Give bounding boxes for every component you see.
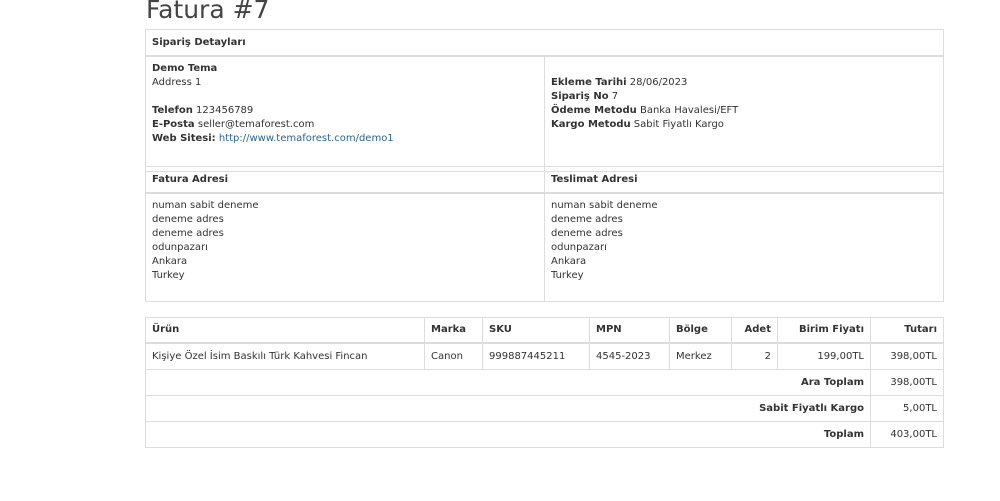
store-address: Address 1 — [152, 77, 202, 88]
store-phone-row: Telefon 123456789 — [152, 104, 538, 118]
billing-address: numan sabit deneme deneme adres deneme a… — [145, 192, 545, 302]
store-email-row: E-Posta seller@temaforest.com — [152, 118, 538, 132]
payment-method-row: Ödeme Metodu Banka Havalesi/EFT — [551, 104, 937, 118]
col-qty: Adet — [731, 317, 778, 344]
page-title: Fatura #7 — [146, 0, 270, 24]
product-total: 398,00TL — [870, 342, 944, 370]
order-details-table: Sipariş Detayları Demo Tema Address 1 Te… — [145, 29, 944, 172]
payment-method: Banka Havalesi/EFT — [639, 105, 739, 116]
grand-total-value: 403,00TL — [870, 421, 944, 448]
store-email: seller@temaforest.com — [197, 119, 315, 130]
store-name: Demo Tema — [152, 63, 218, 74]
shipping-address: numan sabit deneme deneme adres deneme a… — [544, 192, 944, 302]
shipping-address-header: Teslimat Adresi — [544, 166, 944, 194]
order-no-label: Sipariş No — [551, 91, 609, 102]
store-info: Demo Tema Address 1 Telefon 123456789 E-… — [145, 55, 545, 172]
product-name: Kişiye Özel İsim Baskılı Türk Kahvesi Fi… — [145, 342, 425, 370]
shipping-cost-row: Sabit Fiyatlı Kargo 5,00TL — [145, 395, 944, 422]
col-sku: SKU — [482, 317, 590, 344]
shipping-cost-value: 5,00TL — [870, 395, 944, 422]
store-phone: 123456789 — [196, 105, 254, 116]
product-unit-price: 199,00TL — [777, 342, 871, 370]
store-website-row: Web Sitesi: http://www.temaforest.com/de… — [152, 132, 538, 146]
order-date: 28/06/2023 — [629, 77, 688, 88]
shipping-label: Kargo Metodu — [551, 119, 631, 130]
order-number-row: Sipariş No 7 — [551, 90, 937, 104]
col-total: Tutarı — [870, 317, 944, 344]
product-sku: 999887445211 — [482, 342, 590, 370]
shipping-line: numan sabit deneme — [551, 200, 658, 211]
order-info: Ekleme Tarihi 28/06/2023 Sipariş No 7 Öd… — [544, 55, 944, 172]
billing-line: odunpazarı — [152, 242, 208, 253]
order-number: 7 — [611, 91, 619, 102]
shipping-line: deneme adres — [551, 228, 623, 239]
col-region: Bölge — [669, 317, 732, 344]
billing-line: deneme adres — [152, 228, 224, 239]
shipping-line: odunpazarı — [551, 242, 607, 253]
subtotal-row: Ara Toplam 398,00TL — [145, 369, 944, 396]
subtotal-label: Ara Toplam — [800, 376, 864, 388]
product-mpn: 4545-2023 — [589, 342, 670, 370]
billing-line: numan sabit deneme — [152, 200, 259, 211]
phone-label: Telefon — [152, 105, 193, 116]
order-details-header: Sipariş Detayları — [145, 29, 944, 57]
website-label: Web Sitesi: — [152, 133, 216, 144]
grand-total-label: Toplam — [823, 428, 864, 440]
col-mpn: MPN — [589, 317, 670, 344]
product-region: Merkez — [669, 342, 732, 370]
col-unit-price: Birim Fiyatı — [777, 317, 871, 344]
col-brand: Marka — [424, 317, 483, 344]
subtotal-value: 398,00TL — [870, 369, 944, 396]
billing-line: deneme adres — [152, 214, 224, 225]
grand-total-row: Toplam 403,00TL — [145, 421, 944, 448]
billing-address-header: Fatura Adresi — [145, 166, 545, 194]
product-brand: Canon — [424, 342, 483, 370]
payment-label: Ödeme Metodu — [551, 105, 637, 116]
shipping-cost-label: Sabit Fiyatlı Kargo — [759, 402, 864, 414]
date-label: Ekleme Tarihi — [551, 77, 627, 88]
shipping-line: Ankara — [551, 256, 587, 267]
order-date-row: Ekleme Tarihi 28/06/2023 — [551, 76, 937, 90]
table-row: Kişiye Özel İsim Baskılı Türk Kahvesi Fi… — [145, 342, 944, 370]
shipping-line: deneme adres — [551, 214, 623, 225]
billing-line: Ankara — [152, 256, 188, 267]
billing-line: Turkey — [152, 270, 185, 281]
shipping-method-row: Kargo Metodu Sabit Fiyatlı Kargo — [551, 118, 937, 132]
shipping-line: Turkey — [551, 270, 584, 281]
shipping-method: Sabit Fiyatlı Kargo — [633, 119, 724, 130]
products-table: Ürün Marka SKU MPN Bölge Adet Birim Fiya… — [145, 317, 944, 448]
address-table: Fatura Adresi Teslimat Adresi numan sabi… — [145, 166, 944, 302]
col-product: Ürün — [145, 317, 425, 344]
product-qty: 2 — [731, 342, 778, 370]
store-website-link[interactable]: http://www.temaforest.com/demo1 — [219, 133, 394, 144]
email-label: E-Posta — [152, 119, 195, 130]
